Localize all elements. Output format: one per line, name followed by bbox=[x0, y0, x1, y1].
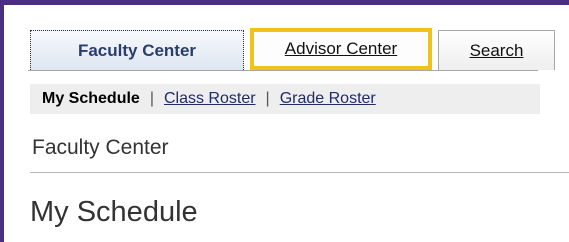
divider bbox=[30, 172, 569, 173]
subnav-link-class-roster[interactable]: Class Roster bbox=[158, 90, 262, 108]
tab-advisor-center[interactable]: Advisor Center bbox=[250, 28, 432, 70]
subnav-link-grade-roster[interactable]: Grade Roster bbox=[274, 90, 382, 108]
subnav-separator: | bbox=[149, 90, 154, 107]
tab-faculty-center[interactable]: Faculty Center bbox=[30, 30, 244, 70]
page-title: My Schedule bbox=[30, 196, 198, 228]
sub-navigation: My Schedule | Class Roster | Grade Roste… bbox=[30, 84, 540, 114]
tab-advisor-center-label: Advisor Center bbox=[284, 39, 398, 58]
subnav-current-my-schedule: My Schedule bbox=[42, 90, 140, 107]
breadcrumb: Faculty Center bbox=[32, 136, 169, 159]
tab-search-label: Search bbox=[469, 40, 524, 60]
tab-faculty-center-label: Faculty Center bbox=[77, 40, 197, 60]
tab-bar-underline bbox=[28, 70, 538, 71]
subnav-separator: | bbox=[265, 90, 270, 107]
tab-search[interactable]: Search bbox=[438, 30, 555, 70]
